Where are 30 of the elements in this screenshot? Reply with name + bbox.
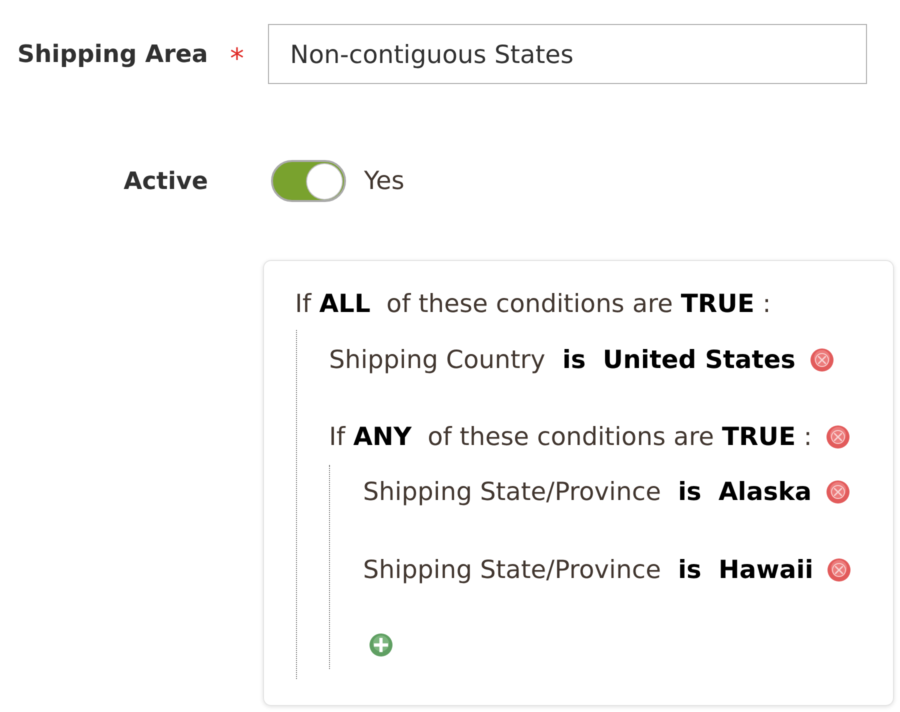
- operator-link[interactable]: is: [678, 551, 702, 589]
- condition-attribute: Shipping State/Province: [363, 554, 661, 586]
- condition-text: of these conditions are: [428, 421, 714, 454]
- toggle-switch[interactable]: [271, 160, 346, 202]
- condition-text: of these conditions are: [386, 288, 673, 320]
- condition-keyword: If: [295, 288, 312, 320]
- remove-icon[interactable]: [826, 480, 850, 504]
- field-label: Shipping Area: [16, 39, 209, 70]
- text-input[interactable]: Non-contiguous States: [268, 24, 867, 84]
- add-icon[interactable]: [369, 633, 393, 657]
- remove-icon[interactable]: [827, 558, 852, 582]
- condition-attribute: Shipping Country: [329, 344, 546, 376]
- operator-link[interactable]: is: [678, 473, 702, 511]
- condition-value-link[interactable]: Alaska: [718, 473, 812, 511]
- condition-colon: :: [762, 288, 771, 320]
- value-link[interactable]: TRUE: [722, 418, 796, 456]
- condition-value-link[interactable]: Hawaii: [718, 551, 814, 589]
- aggregator-link[interactable]: ALL: [319, 285, 370, 323]
- operator-link[interactable]: is: [562, 341, 586, 379]
- toggle-state-label: Yes: [364, 165, 404, 198]
- required-asterisk: *: [230, 41, 244, 73]
- condition-colon: :: [804, 421, 812, 454]
- aggregator-link[interactable]: ANY: [353, 418, 412, 456]
- condition-keyword: If: [329, 421, 346, 454]
- remove-icon[interactable]: [810, 348, 834, 372]
- value-link[interactable]: TRUE: [680, 285, 755, 323]
- condition-attribute: Shipping State/Province: [363, 476, 661, 508]
- remove-icon[interactable]: [826, 425, 850, 449]
- condition-value-link[interactable]: United States: [602, 341, 796, 379]
- field-label: Active: [122, 166, 209, 197]
